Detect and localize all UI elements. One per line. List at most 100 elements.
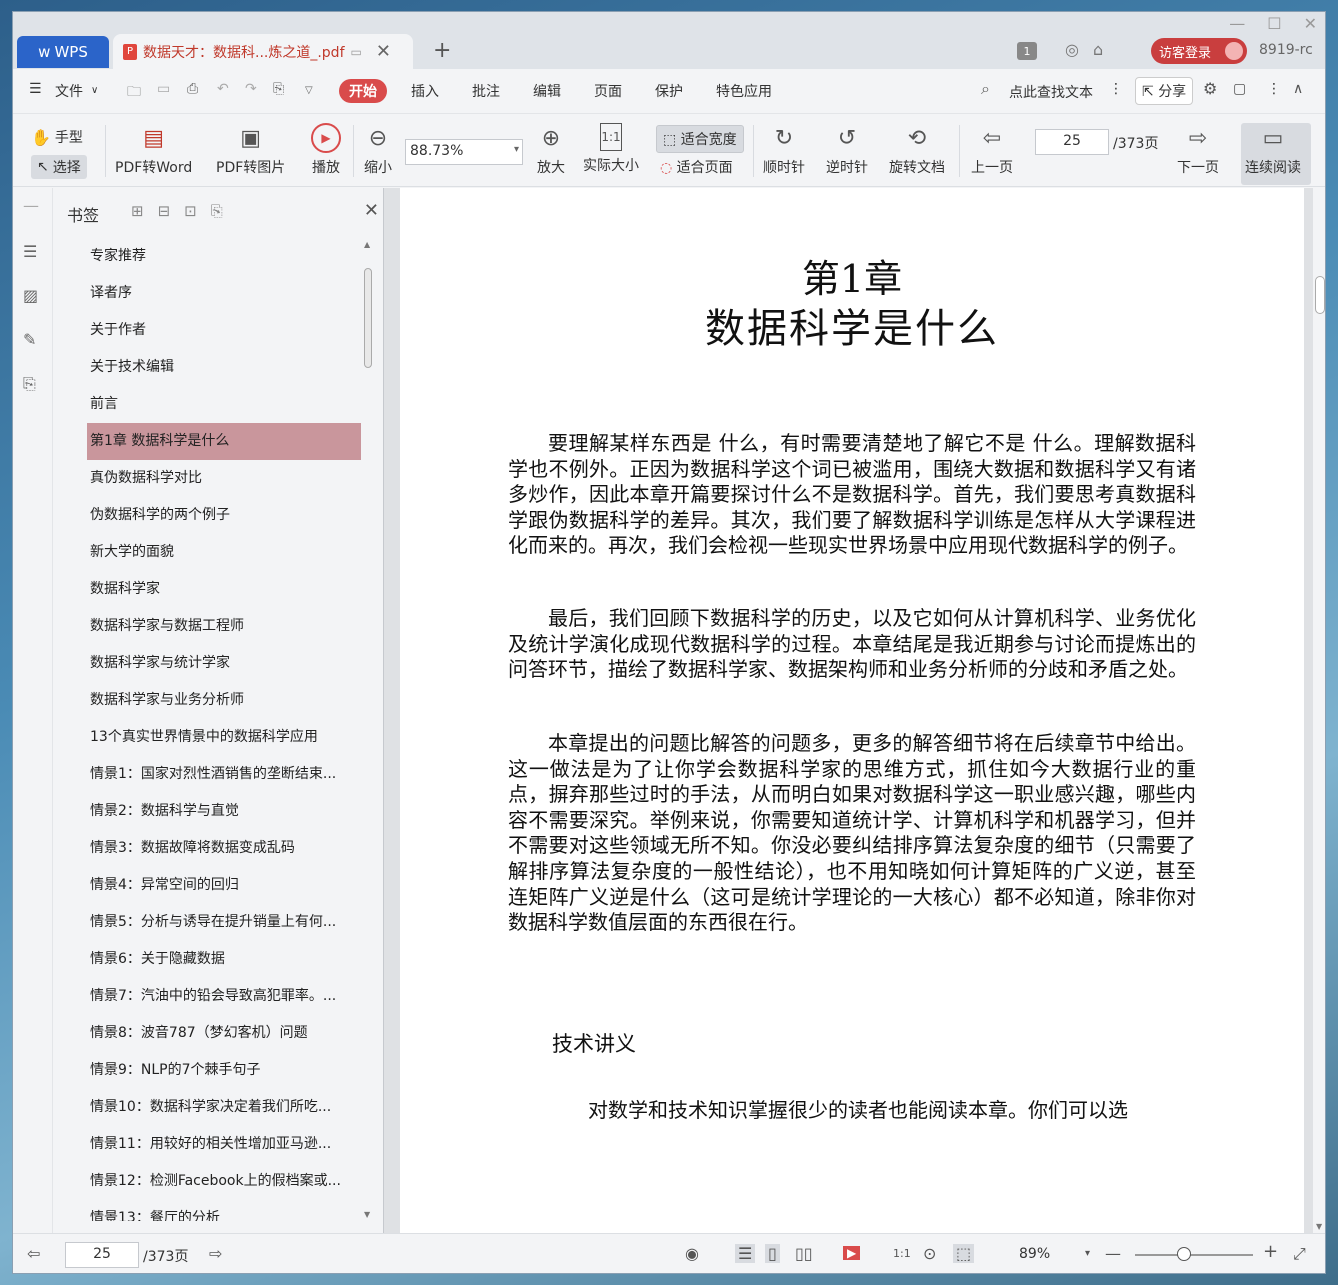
- bookmark-item[interactable]: 情景1：国家对烈性酒销售的垄断结束...: [67, 756, 361, 793]
- tab-start[interactable]: 开始: [339, 79, 387, 103]
- bookmark-item[interactable]: 情景4：异常空间的回归: [67, 867, 361, 904]
- skin-icon[interactable]: ⌂: [1093, 40, 1103, 59]
- bookmark-item[interactable]: 13个真实世界情景中的数据科学应用: [67, 719, 361, 756]
- chevron-down-icon[interactable]: ∨: [91, 85, 98, 96]
- scroll-thumb[interactable]: [364, 268, 372, 368]
- bookmark-item[interactable]: 情景3：数据故障将数据变成乱码: [67, 830, 361, 867]
- scroll-down-icon[interactable]: ▼: [364, 1210, 370, 1219]
- fit-page-button[interactable]: ◌ 适合页面: [660, 157, 733, 177]
- scroll-thumb[interactable]: [1315, 276, 1325, 314]
- redo-icon[interactable]: ↷: [245, 81, 257, 97]
- add-bookmark-icon[interactable]: ⊡: [184, 202, 197, 220]
- bookmark-item[interactable]: 情景11：用较好的相关性增加亚马逊...: [67, 1126, 361, 1163]
- bookmark-item[interactable]: 情景12：检测Facebook上的假档案或...: [67, 1163, 361, 1200]
- rotate-document-button[interactable]: ⟲ 旋转文档: [889, 123, 945, 177]
- play-button[interactable]: ▶ 播放: [311, 123, 341, 177]
- prev-page-button[interactable]: ⇦ 上一页: [971, 123, 1013, 177]
- continuous-reading-button[interactable]: ▭ 连续阅读: [1241, 123, 1311, 185]
- bookmark-item[interactable]: 情景10：数据科学家决定着我们所吃...: [67, 1089, 361, 1126]
- hamburger-icon[interactable]: ☰: [29, 81, 42, 97]
- more-chevron-icon[interactable]: ▽: [305, 85, 313, 96]
- file-menu[interactable]: 文件: [55, 81, 83, 101]
- zoom-dropdown-icon[interactable]: ▾: [1085, 1248, 1090, 1259]
- page-number-input[interactable]: 25: [1035, 129, 1109, 155]
- more-icon[interactable]: ⋮: [1267, 81, 1281, 97]
- bookmark-item[interactable]: 情景9：NLP的7个棘手句子: [67, 1052, 361, 1089]
- fit-width-icon[interactable]: ⬚: [953, 1244, 975, 1263]
- status-page-input[interactable]: 25: [65, 1242, 139, 1268]
- tab-page[interactable]: 页面: [594, 81, 622, 101]
- bookmark-item[interactable]: 译者序: [67, 275, 361, 312]
- bookmark-item[interactable]: 情景13：餐厅的分析: [67, 1200, 361, 1221]
- bookmark-item[interactable]: 情景5：分析与诱导在提升销量上有何...: [67, 904, 361, 941]
- bookmark-item[interactable]: 伪数据科学的两个例子: [67, 497, 361, 534]
- signature-icon[interactable]: ⎘: [23, 374, 43, 394]
- actual-size-button[interactable]: 1:1 实际大小: [583, 123, 639, 175]
- panel-menu-icon[interactable]: —: [23, 196, 43, 216]
- zoom-select[interactable]: 88.73% ▾: [405, 139, 523, 165]
- bookmark-item[interactable]: 真伪数据科学对比: [67, 460, 361, 497]
- bookmark-item[interactable]: 情景8：波音787（梦幻客机）问题: [67, 1015, 361, 1052]
- collapse-icon[interactable]: ∧: [1293, 81, 1303, 97]
- document-scrollbar[interactable]: ▼: [1313, 188, 1325, 1233]
- save-icon[interactable]: ▭: [157, 81, 170, 97]
- scroll-up-icon[interactable]: ▲: [364, 240, 370, 249]
- maximize-icon[interactable]: ☐: [1267, 14, 1281, 33]
- tab-edit[interactable]: 编辑: [533, 81, 561, 101]
- comment-icon[interactable]: ▢: [1233, 81, 1246, 97]
- bookmark-item[interactable]: 数据科学家与业务分析师: [67, 682, 361, 719]
- zoom-slider[interactable]: [1135, 1254, 1253, 1256]
- rotate-cw-button[interactable]: ↻ 顺时针: [763, 123, 805, 177]
- bookmark-item-active[interactable]: 第1章 数据科学是什么: [87, 423, 361, 460]
- bookmark-item[interactable]: 情景7：汽油中的铅会导致高犯罪率。...: [67, 978, 361, 1015]
- bookmark-item[interactable]: 数据科学家与统计学家: [67, 645, 361, 682]
- actual-size-icon[interactable]: 1:1: [893, 1247, 911, 1260]
- tab-insert[interactable]: 插入: [411, 81, 439, 101]
- bookmark-list-icon[interactable]: ☰: [23, 242, 43, 262]
- rotate-ccw-button[interactable]: ↺ 逆时针: [826, 123, 868, 177]
- print-icon[interactable]: ⎙: [187, 81, 198, 97]
- find-text-button[interactable]: 点此查找文本: [1009, 82, 1093, 102]
- bookmark-item[interactable]: 情景2：数据科学与直觉: [67, 793, 361, 830]
- bookmark-item[interactable]: 数据科学家: [67, 571, 361, 608]
- bookmark-item[interactable]: 数据科学家与数据工程师: [67, 608, 361, 645]
- annotation-icon[interactable]: ✎: [23, 330, 43, 350]
- bookmark-item[interactable]: 情景6：关于隐藏数据: [67, 941, 361, 978]
- thumbnail-icon[interactable]: ▨: [23, 286, 43, 306]
- zoom-in-icon[interactable]: +: [1263, 1241, 1278, 1262]
- bookmark-options-icon[interactable]: ⎘: [211, 202, 223, 220]
- document-tab[interactable]: P 数据天才：数据科...炼之道_.pdf ▭ ✕: [113, 34, 413, 69]
- pdf-to-word-button[interactable]: ▤ PDF转Word: [115, 123, 192, 177]
- window-count-badge[interactable]: 1: [1017, 42, 1037, 60]
- scroll-down-icon[interactable]: ▼: [1316, 1222, 1322, 1231]
- close-icon[interactable]: ✕: [1304, 14, 1317, 33]
- bookmark-scrollbar[interactable]: ▲ ▼: [361, 238, 375, 1221]
- document-viewport[interactable]: 第1章 数据科学是什么 要理解某样东西是 什么，有时需要清楚地了解它不是 什么。…: [383, 188, 1313, 1233]
- dual-page-icon[interactable]: ☰: [735, 1244, 756, 1263]
- new-tab-button[interactable]: +: [433, 38, 451, 63]
- pdf-to-image-button[interactable]: ▣ PDF转图片: [216, 123, 285, 177]
- bookmark-item[interactable]: 新大学的面貌: [67, 534, 361, 571]
- close-panel-icon[interactable]: ✕: [364, 200, 379, 221]
- share-button[interactable]: ⇱ 分享: [1135, 77, 1194, 105]
- bookmark-item[interactable]: 关于技术编辑: [67, 349, 361, 386]
- hand-tool-button[interactable]: ✋ 手型: [31, 127, 83, 147]
- tab-protect[interactable]: 保护: [655, 81, 683, 101]
- play-icon[interactable]: ▶: [843, 1246, 861, 1260]
- collapse-all-icon[interactable]: ⊟: [158, 202, 171, 220]
- more-vertical-icon[interactable]: ⋮: [1109, 81, 1123, 97]
- next-page-icon[interactable]: ⇨: [209, 1244, 222, 1263]
- zoom-slider-knob[interactable]: [1177, 1247, 1191, 1261]
- tab-special[interactable]: 特色应用: [716, 81, 772, 101]
- open-icon[interactable]: 🗀: [127, 81, 141, 105]
- settings-icon[interactable]: ⚙: [1203, 79, 1217, 98]
- wps-home-tab[interactable]: ᴡ WPS: [17, 36, 109, 68]
- zoom-out-icon[interactable]: —: [1105, 1244, 1121, 1263]
- export-icon[interactable]: ⎘: [273, 81, 284, 97]
- minimize-icon[interactable]: —: [1229, 14, 1245, 33]
- single-page-icon[interactable]: ▯: [765, 1244, 780, 1263]
- guest-login-button[interactable]: 访客登录: [1151, 38, 1247, 64]
- fit-page-icon[interactable]: ⊙: [923, 1244, 936, 1263]
- select-tool-button[interactable]: ↖ 选择: [31, 155, 87, 179]
- book-view-icon[interactable]: ▯▯: [795, 1244, 813, 1263]
